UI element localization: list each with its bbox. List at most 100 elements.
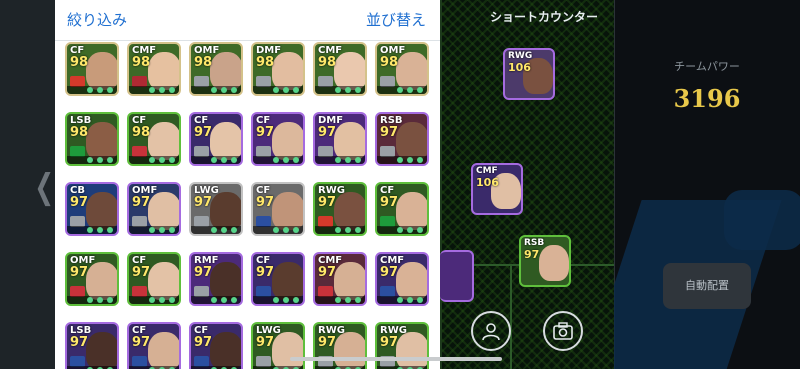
card-footer — [253, 226, 303, 234]
player-card[interactable]: RWG 97 — [375, 322, 429, 369]
card-footer — [129, 226, 179, 234]
player-card[interactable]: CMF 98 — [313, 42, 367, 96]
sort-button[interactable]: 並び替え — [366, 9, 426, 30]
formation-label[interactable]: ショートカウンター — [490, 8, 598, 25]
player-rating: 97 — [380, 265, 399, 280]
left-gutter: ❮ — [0, 0, 55, 369]
condition-dot-icon — [159, 157, 165, 163]
panel-header: 絞り込み 並び替え — [55, 0, 440, 41]
player-rating: 97 — [318, 335, 337, 350]
player-rating: 97 — [380, 195, 399, 210]
player-card[interactable]: LWG 97 — [189, 182, 243, 236]
player-card[interactable]: DMF 98 — [251, 42, 305, 96]
player-rating: 98 — [132, 55, 151, 70]
camera-button[interactable] — [543, 311, 583, 351]
player-rating: 98 — [194, 55, 213, 70]
condition-dot-icon — [407, 87, 413, 93]
condition-dot-icon — [159, 227, 165, 233]
card-footer — [67, 86, 117, 94]
condition-dot-icon — [211, 227, 217, 233]
player-card[interactable]: RWG 97 — [313, 182, 367, 236]
player-card[interactable]: CMF 97 — [313, 252, 367, 306]
player-card[interactable]: CMF 97 — [375, 252, 429, 306]
pitch-player-card[interactable]: RWG 106 — [503, 48, 555, 100]
player-card[interactable]: RSB 97 — [375, 112, 429, 166]
player-portrait — [272, 192, 303, 230]
pitch-line — [440, 0, 442, 369]
player-portrait — [272, 332, 303, 369]
player-card[interactable]: CF 97 — [375, 182, 429, 236]
pitch-player-card[interactable] — [440, 250, 474, 302]
condition-dot-icon — [159, 297, 165, 303]
pitch-player-card[interactable]: RSB 97 — [519, 235, 571, 287]
player-card[interactable]: OMF 98 — [375, 42, 429, 96]
card-footer — [129, 156, 179, 164]
condition-dot-icon — [231, 227, 237, 233]
pitch-line — [510, 264, 512, 369]
condition-dot-icon — [345, 297, 351, 303]
player-card[interactable]: LSB 98 — [65, 112, 119, 166]
player-rating: 97 — [70, 335, 89, 350]
player-card[interactable]: LWG 97 — [251, 322, 305, 369]
player-card[interactable]: CMF 98 — [127, 42, 181, 96]
player-rating: 98 — [380, 55, 399, 70]
player-card[interactable]: OMF 97 — [65, 252, 119, 306]
condition-dot-icon — [355, 227, 361, 233]
player-portrait — [148, 262, 179, 300]
player-rating: 97 — [194, 195, 213, 210]
player-card[interactable]: CF 97 — [251, 182, 305, 236]
card-footer — [377, 86, 427, 94]
player-card[interactable]: LSB 97 — [65, 322, 119, 369]
auto-assign-button[interactable]: 自動配置 — [663, 263, 751, 309]
condition-dot-icon — [397, 87, 403, 93]
player-position: RSB — [524, 238, 545, 248]
player-position: CMF — [476, 166, 498, 176]
player-rating: 97 — [132, 195, 151, 210]
player-portrait — [334, 122, 365, 160]
pitch-player-card[interactable]: CMF 106 — [471, 163, 523, 215]
player-view-button[interactable] — [471, 311, 511, 351]
player-card[interactable]: CF 97 — [127, 322, 181, 369]
condition-dot-icon — [293, 297, 299, 303]
condition-dot-icon — [417, 297, 423, 303]
player-card[interactable]: CF 97 — [251, 252, 305, 306]
player-card[interactable]: RMF 97 — [189, 252, 243, 306]
player-card[interactable]: CB 97 — [65, 182, 119, 236]
condition-dot-icon — [397, 297, 403, 303]
condition-dot-icon — [273, 227, 279, 233]
player-card[interactable]: OMF 98 — [189, 42, 243, 96]
condition-dot-icon — [293, 87, 299, 93]
player-portrait — [86, 122, 117, 160]
card-footer — [253, 156, 303, 164]
player-card[interactable]: CF 97 — [189, 322, 243, 369]
player-rating: 97 — [194, 125, 213, 140]
condition-dot-icon — [407, 227, 413, 233]
player-card[interactable]: DMF 97 — [313, 112, 367, 166]
player-rating: 97 — [318, 265, 337, 280]
player-portrait — [396, 332, 427, 369]
card-footer — [67, 296, 117, 304]
card-footer — [377, 156, 427, 164]
player-card[interactable]: RWG 97 — [313, 322, 367, 369]
player-rating: 97 — [256, 125, 275, 140]
condition-dot-icon — [149, 297, 155, 303]
player-card[interactable]: CF 97 — [251, 112, 305, 166]
player-rating: 97 — [318, 125, 337, 140]
player-card[interactable]: OMF 97 — [127, 182, 181, 236]
player-portrait — [272, 262, 303, 300]
player-card[interactable]: CF 97 — [189, 112, 243, 166]
player-rating: 97 — [256, 265, 275, 280]
home-indicator — [290, 357, 502, 361]
player-rating: 98 — [256, 55, 275, 70]
player-card[interactable]: CF 98 — [127, 112, 181, 166]
condition-dot-icon — [149, 87, 155, 93]
player-card[interactable]: CF 98 — [65, 42, 119, 96]
player-rating: 97 — [256, 335, 275, 350]
chevron-left-icon[interactable]: ❮ — [34, 170, 54, 204]
player-card[interactable]: CF 97 — [127, 252, 181, 306]
player-rating: 97 — [70, 265, 89, 280]
filter-button[interactable]: 絞り込み — [67, 9, 127, 30]
condition-dot-icon — [417, 157, 423, 163]
player-portrait — [272, 52, 303, 90]
condition-dot-icon — [107, 227, 113, 233]
